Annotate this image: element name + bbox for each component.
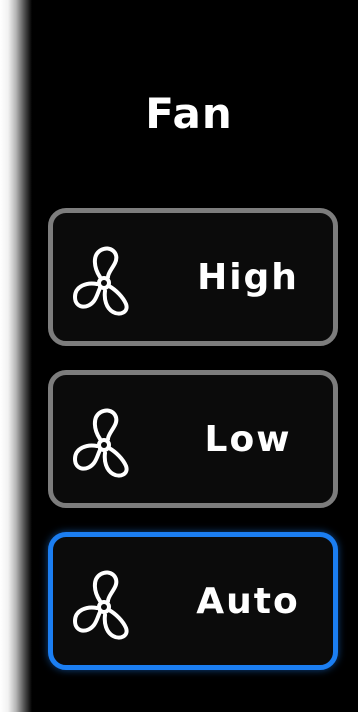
fan-panel: Fan High Low Auto (32, 0, 358, 712)
fan-high-button[interactable]: High (48, 208, 338, 346)
fan-icon (73, 408, 129, 478)
fan-auto-label: Auto (196, 580, 300, 622)
fan-high-label: High (197, 256, 299, 298)
fan-low-label: Low (204, 418, 292, 460)
fan-icon (73, 246, 129, 316)
fan-auto-button[interactable]: Auto (48, 532, 338, 670)
fan-icon (73, 570, 129, 640)
fan-screen: Fan High Low Auto (0, 0, 358, 712)
fan-low-button[interactable]: Low (48, 370, 338, 508)
left-edge-shadow (0, 0, 32, 712)
panel-title: Fan (145, 89, 233, 138)
